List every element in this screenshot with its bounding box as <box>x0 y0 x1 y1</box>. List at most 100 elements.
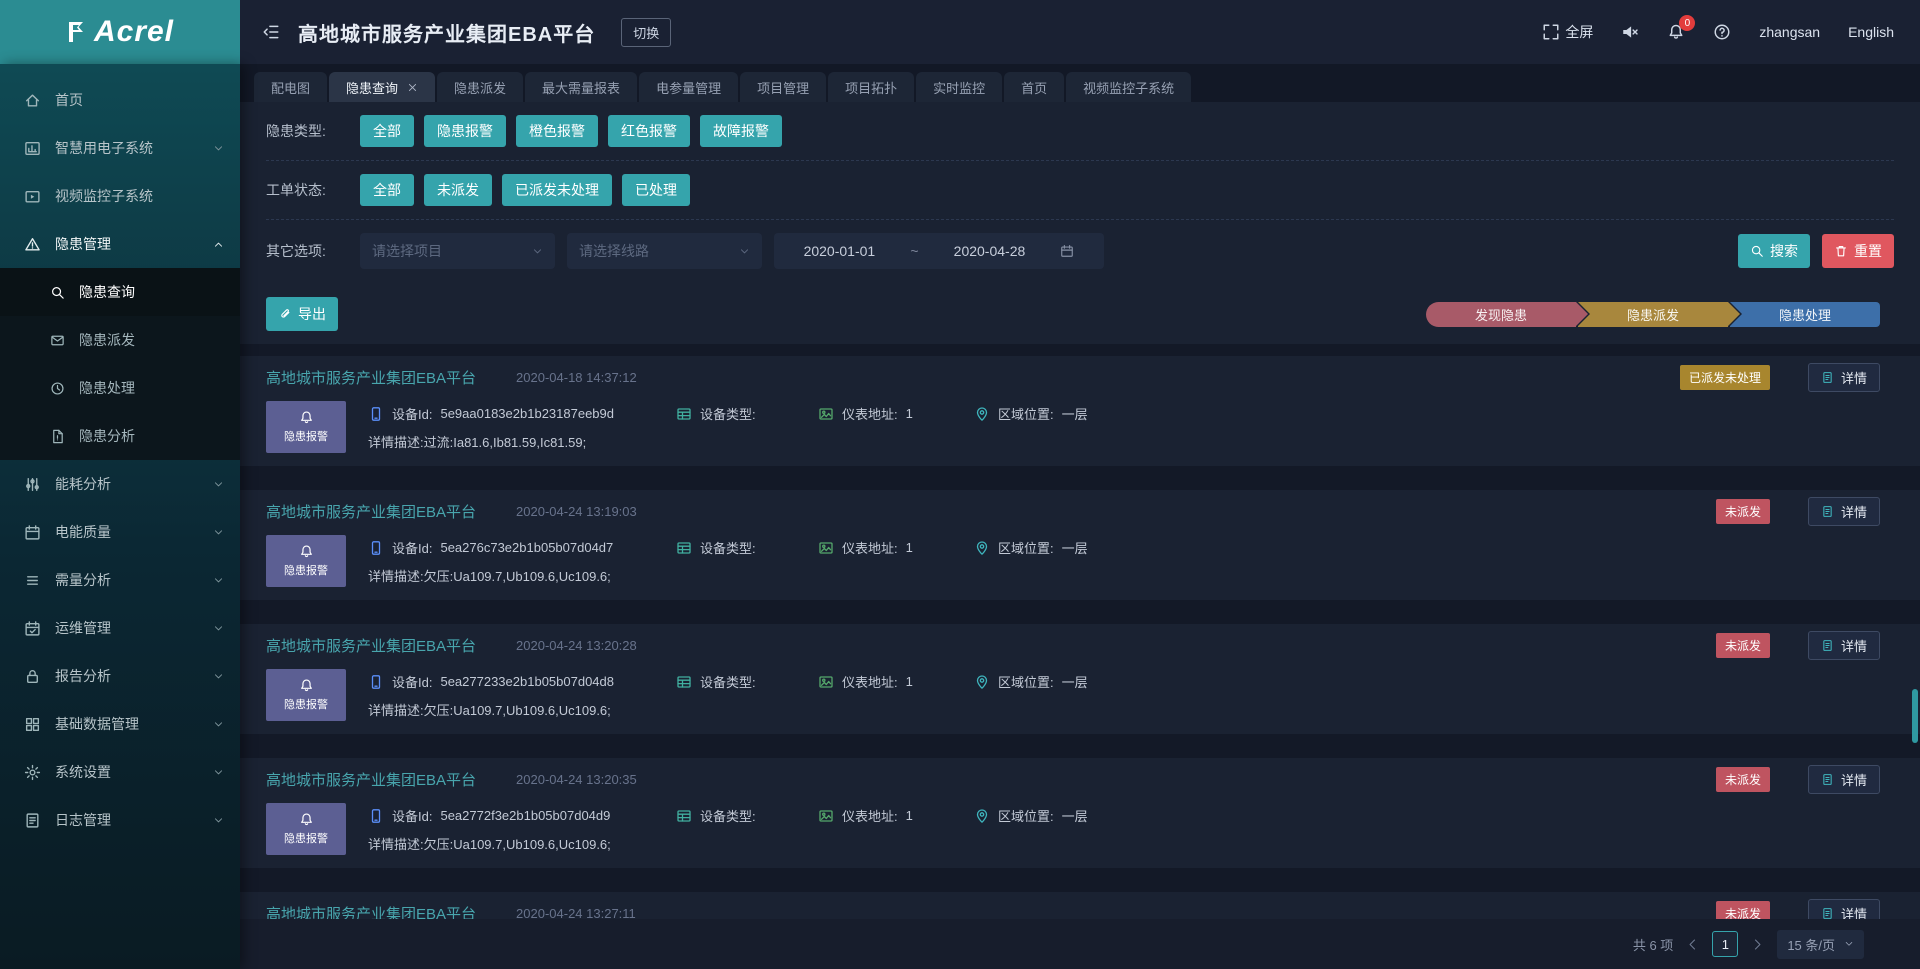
sidebar-item[interactable]: 需量分析 <box>0 556 240 604</box>
device-id-field: 设备Id: 5e9aa0183e2b1b23187eeb9d <box>368 404 676 423</box>
tab-label: 电参量管理 <box>656 78 721 97</box>
username[interactable]: zhangsan <box>1759 24 1820 40</box>
tab[interactable]: 最大需量报表 <box>525 72 637 102</box>
sidebar-item[interactable]: 隐患分析 <box>0 412 240 460</box>
search-button[interactable]: 搜索 <box>1738 234 1810 268</box>
detail-button[interactable]: 详情 <box>1808 631 1880 660</box>
field-line: 设备Id: 5ea276c73e2b1b05b07d04d7 设备类型: <box>368 538 1880 557</box>
sidebar-item[interactable]: 首页 <box>0 76 240 124</box>
filter-status-option-button[interactable]: 已处理 <box>622 174 690 206</box>
tab-label: 首页 <box>1021 78 1047 97</box>
sidebar-item[interactable]: 隐患处理 <box>0 364 240 412</box>
item-title[interactable]: 高地城市服务产业集团EBA平台 <box>266 635 476 656</box>
tab[interactable]: 项目拓扑 <box>828 72 914 102</box>
filter-status-option-button[interactable]: 已派发未处理 <box>502 174 612 206</box>
tab[interactable]: 首页 <box>1004 72 1064 102</box>
filter-status-option-button[interactable]: 全部 <box>360 174 414 206</box>
filter-type-option-button[interactable]: 全部 <box>360 115 414 147</box>
date-start: 2020-01-01 <box>804 243 876 259</box>
grid-icon <box>24 716 41 733</box>
prev-page-button[interactable] <box>1686 938 1699 951</box>
alarm-type-chip: 隐患报警 <box>266 803 346 855</box>
detail-button[interactable]: 详情 <box>1808 899 1880 919</box>
sidebar-item[interactable]: 日志管理 <box>0 796 240 844</box>
item-title[interactable]: 高地城市服务产业集团EBA平台 <box>266 903 476 919</box>
sidebar-item[interactable]: 运维管理 <box>0 604 240 652</box>
tab[interactable]: 实时监控 <box>916 72 1002 102</box>
brand-logo: Acrel <box>0 0 240 64</box>
tab[interactable]: 隐患派发 <box>437 72 523 102</box>
language-switch[interactable]: English <box>1848 24 1894 40</box>
sidebar-item[interactable]: 隐患查询 <box>0 268 240 316</box>
location-icon <box>974 540 990 556</box>
content: 隐患类型: 全部隐患报警橙色报警红色报警故障报警 工单状态: 全部未派发已派发未… <box>240 102 1920 969</box>
legend-ribbon: 发现隐患 <box>1426 302 1576 327</box>
tab[interactable]: 项目管理 <box>740 72 826 102</box>
current-page[interactable]: 1 <box>1712 931 1738 957</box>
filter-type-option-button[interactable]: 故障报警 <box>700 115 782 147</box>
tab[interactable]: 电参量管理 <box>639 72 738 102</box>
filter-status-option-button[interactable]: 未派发 <box>424 174 492 206</box>
field-label: 设备Id: <box>392 806 432 825</box>
item-fields: 设备Id: 5ea2772f3e2b1b05b07d04d9 设备类型: <box>368 803 1880 855</box>
reset-button[interactable]: 重置 <box>1822 234 1894 268</box>
sidebar-item[interactable]: 报告分析 <box>0 652 240 700</box>
list-icon <box>24 572 41 589</box>
sidebar-item[interactable]: 基础数据管理 <box>0 700 240 748</box>
help-button[interactable] <box>1713 23 1731 41</box>
top-bar: Acrel 高地城市服务产业集团EBA平台 切换 全屏 0 zhangsan E… <box>0 0 1920 64</box>
close-icon[interactable] <box>407 82 418 93</box>
tab[interactable]: 视频监控子系统 <box>1066 72 1191 102</box>
tab[interactable]: 配电图 <box>254 72 327 102</box>
fullscreen-button[interactable]: 全屏 <box>1542 22 1593 42</box>
sidebar-item[interactable]: 隐患管理 <box>0 220 240 268</box>
filter-type-option-button[interactable]: 隐患报警 <box>424 115 506 147</box>
sidebar-item[interactable]: 系统设置 <box>0 748 240 796</box>
detail-label: 详情 <box>1841 502 1867 521</box>
chart-icon <box>24 140 41 157</box>
sidebar-item[interactable]: 电能质量 <box>0 508 240 556</box>
main-area: 配电图 隐患查询 隐患派发 最大需量报表 <box>240 64 1920 969</box>
detail-button[interactable]: 详情 <box>1808 497 1880 526</box>
page-size-value: 15 条/页 <box>1787 935 1835 954</box>
notifications-button[interactable]: 0 <box>1667 23 1685 41</box>
detail-label: 详情 <box>1841 770 1867 789</box>
field-value: 5ea2772f3e2b1b05b07d04d9 <box>440 808 610 823</box>
sidebar-collapse-icon[interactable] <box>262 23 280 41</box>
sidebar-item[interactable]: 能耗分析 <box>0 460 240 508</box>
tab[interactable]: 隐患查询 <box>329 72 435 102</box>
chevron-down-icon <box>213 575 224 586</box>
alarm-type-label: 隐患报警 <box>284 428 328 444</box>
device-icon <box>368 406 384 422</box>
sidebar-item[interactable]: 视频监控子系统 <box>0 172 240 220</box>
pagination-bar: 共 6 项 1 15 条/页 <box>240 919 1920 969</box>
field-value: 5ea276c73e2b1b05b07d04d7 <box>440 540 613 555</box>
mute-button[interactable] <box>1621 23 1639 41</box>
field-label: 仪表地址: <box>842 806 898 825</box>
item-title[interactable]: 高地城市服务产业集团EBA平台 <box>266 501 476 522</box>
date-separator: ~ <box>910 243 918 259</box>
sidebar-item[interactable]: 隐患派发 <box>0 316 240 364</box>
detail-button[interactable]: 详情 <box>1808 765 1880 794</box>
filter-type-option-button[interactable]: 橙色报警 <box>516 115 598 147</box>
status-badge: 未派发 <box>1716 499 1770 524</box>
item-title[interactable]: 高地城市服务产业集团EBA平台 <box>266 367 476 388</box>
next-page-button[interactable] <box>1751 938 1764 951</box>
scrollbar-thumb[interactable] <box>1912 689 1918 743</box>
filter-type-option-button[interactable]: 红色报警 <box>608 115 690 147</box>
line-select[interactable]: 请选择线路 <box>567 233 762 269</box>
sidebar-item[interactable]: 智慧用电子系统 <box>0 124 240 172</box>
gear-icon <box>24 764 41 781</box>
export-button[interactable]: 导出 <box>266 297 338 331</box>
search-label: 搜索 <box>1770 241 1798 261</box>
project-select[interactable]: 请选择项目 <box>360 233 555 269</box>
page-size-select[interactable]: 15 条/页 <box>1777 930 1864 959</box>
meter-address-field: 仪表地址: 1 <box>818 538 974 557</box>
item-title[interactable]: 高地城市服务产业集团EBA平台 <box>266 769 476 790</box>
item-fields: 设备Id: 5e9aa0183e2b1b23187eeb9d 设备类型: <box>368 401 1880 453</box>
chevron-down-icon <box>213 479 224 490</box>
switch-button[interactable]: 切换 <box>621 18 671 47</box>
detail-button[interactable]: 详情 <box>1808 363 1880 392</box>
location-icon <box>974 406 990 422</box>
date-range-picker[interactable]: 2020-01-01 ~ 2020-04-28 <box>774 233 1104 269</box>
